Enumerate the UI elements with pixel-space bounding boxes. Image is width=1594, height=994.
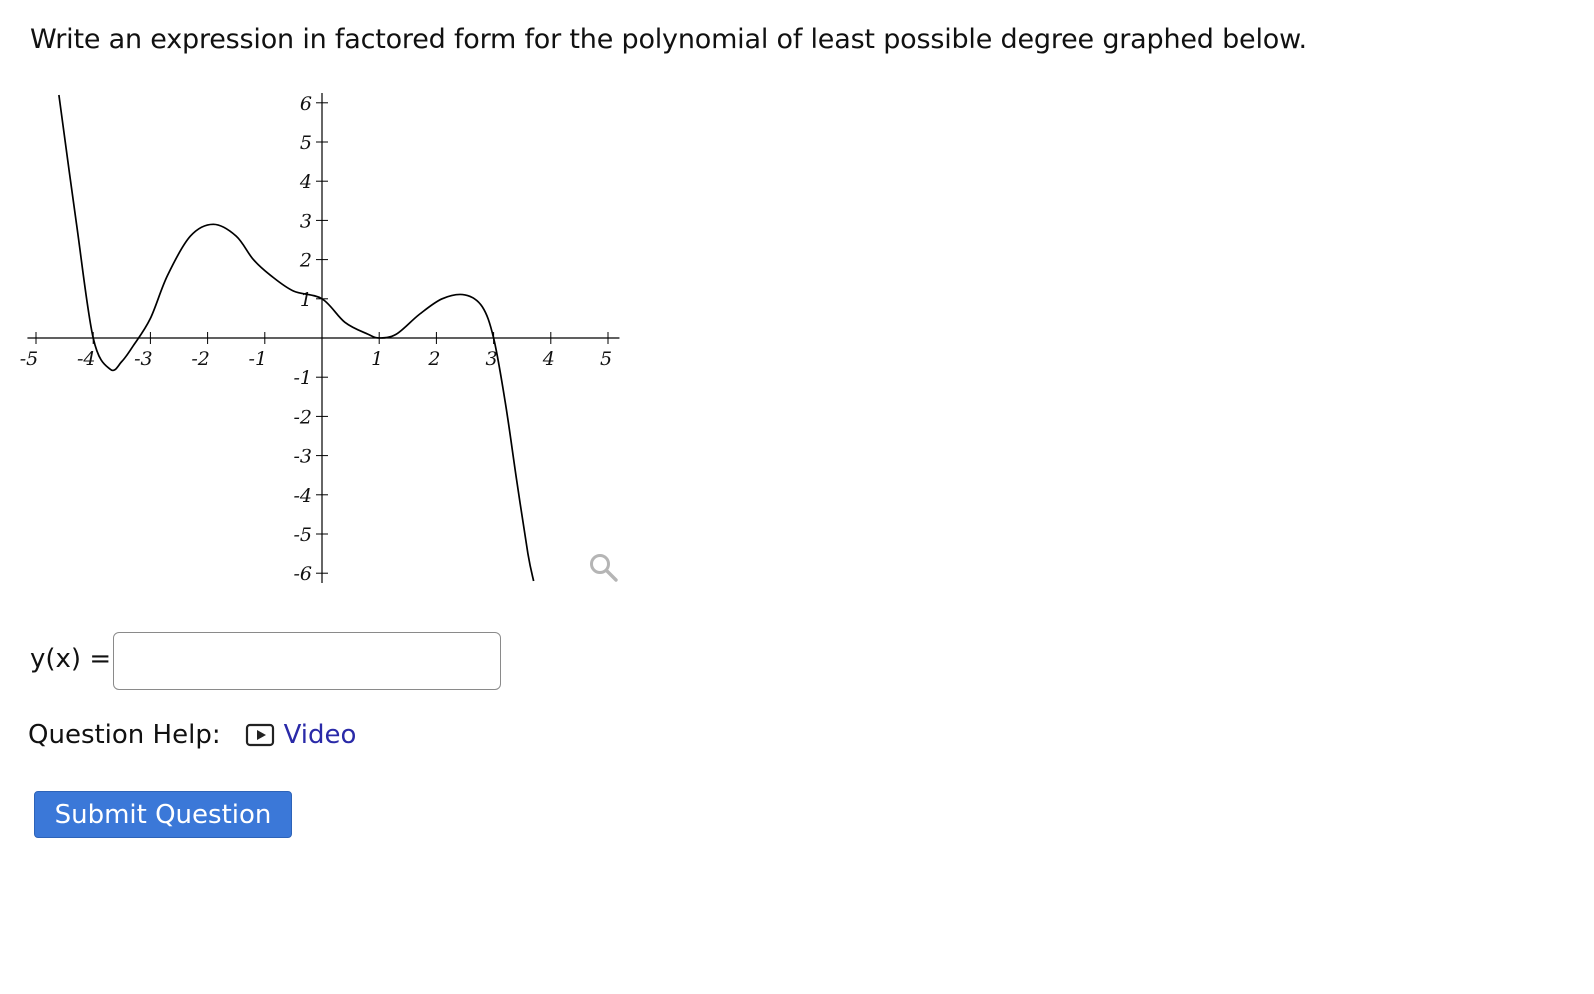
question-help: Question Help: Video <box>28 720 356 750</box>
y-tick-label: 4 <box>299 171 312 193</box>
answer-label-text: y(x) = <box>30 644 112 674</box>
x-tick-label: 2 <box>427 348 440 370</box>
x-tick-label: -5 <box>20 348 39 370</box>
answer-label: y(x) = <box>30 644 111 674</box>
x-tick-label: -4 <box>77 348 96 370</box>
graph-axes <box>27 93 620 583</box>
y-tick-label: 6 <box>300 93 312 115</box>
y-tick-label: -6 <box>293 563 312 585</box>
polynomial-graph: -5 -4 -3 -2 -1 1 2 3 4 5654321-1-2-3-4-5-6 <box>20 93 620 585</box>
y-tick-label: -2 <box>293 406 312 428</box>
x-tick-label: -2 <box>191 348 210 370</box>
answer-input[interactable] <box>113 632 501 690</box>
video-link-label: Video <box>283 720 357 750</box>
y-tick-label: 2 <box>299 250 312 272</box>
magnifier-icon[interactable] <box>590 554 618 582</box>
y-tick-label: 3 <box>300 210 312 232</box>
y-tick-label: 1 <box>300 289 312 311</box>
question-help-label: Question Help: <box>28 720 221 750</box>
video-link[interactable]: Video <box>245 720 357 750</box>
y-tick-label: -5 <box>293 524 312 546</box>
y-tick-label: 5 <box>300 132 312 154</box>
question-text: Write an expression in factored form for… <box>30 24 1307 55</box>
y-tick-label: -4 <box>293 485 312 507</box>
x-tick-label: -1 <box>249 348 268 370</box>
x-tick-label: 5 <box>600 348 612 370</box>
x-tick-label: 4 <box>542 348 555 370</box>
x-tick-label: -3 <box>134 348 153 370</box>
play-video-icon <box>245 723 274 747</box>
submit-question-button[interactable]: Submit Question <box>34 791 292 838</box>
y-tick-label: -1 <box>293 367 312 389</box>
y-tick-label: -3 <box>293 446 312 468</box>
graph-tick-labels: -5 -4 -3 -2 -1 1 2 3 4 5654321-1-2-3-4-5-6 <box>20 93 612 585</box>
x-tick-label: 1 <box>371 348 383 370</box>
